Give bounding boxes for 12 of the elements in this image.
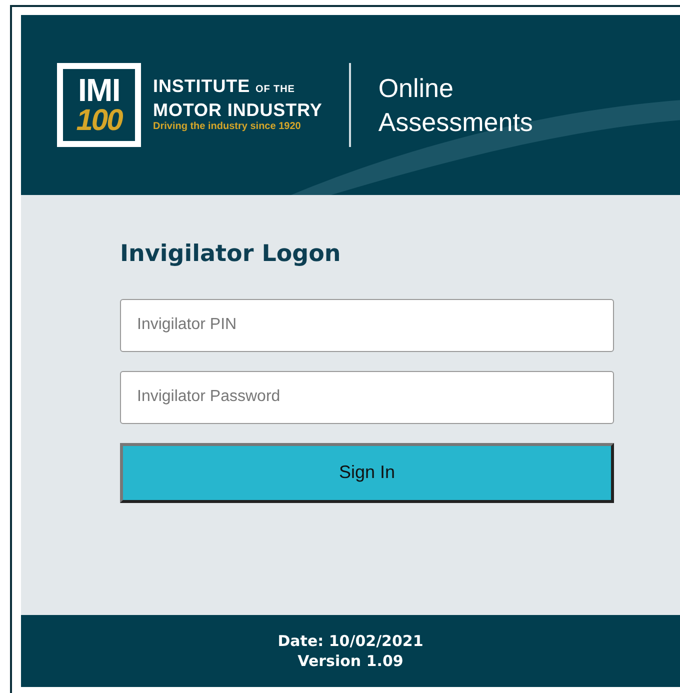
sign-in-button[interactable]: Sign In [120,442,614,502]
logo-name-line: INSTITUTE OF THE [153,76,296,98]
form-heading: Invigilator Logon [120,240,342,269]
pin-field[interactable]: Invigilator PIN [120,298,614,352]
footer-text: Date: 10/02/2021 [278,631,424,651]
password-field[interactable]: Invigilator Password [120,370,614,424]
logo-tagline: Driving the industry since 1920 [153,120,302,134]
logo-mark: IMI 100 [57,63,141,147]
logo-name-line: MOTOR INDUSTRY [153,100,322,120]
header-title: Online [378,72,454,105]
header-title: Assessments [378,106,533,139]
footer-text: Version 1.09 [298,651,404,671]
